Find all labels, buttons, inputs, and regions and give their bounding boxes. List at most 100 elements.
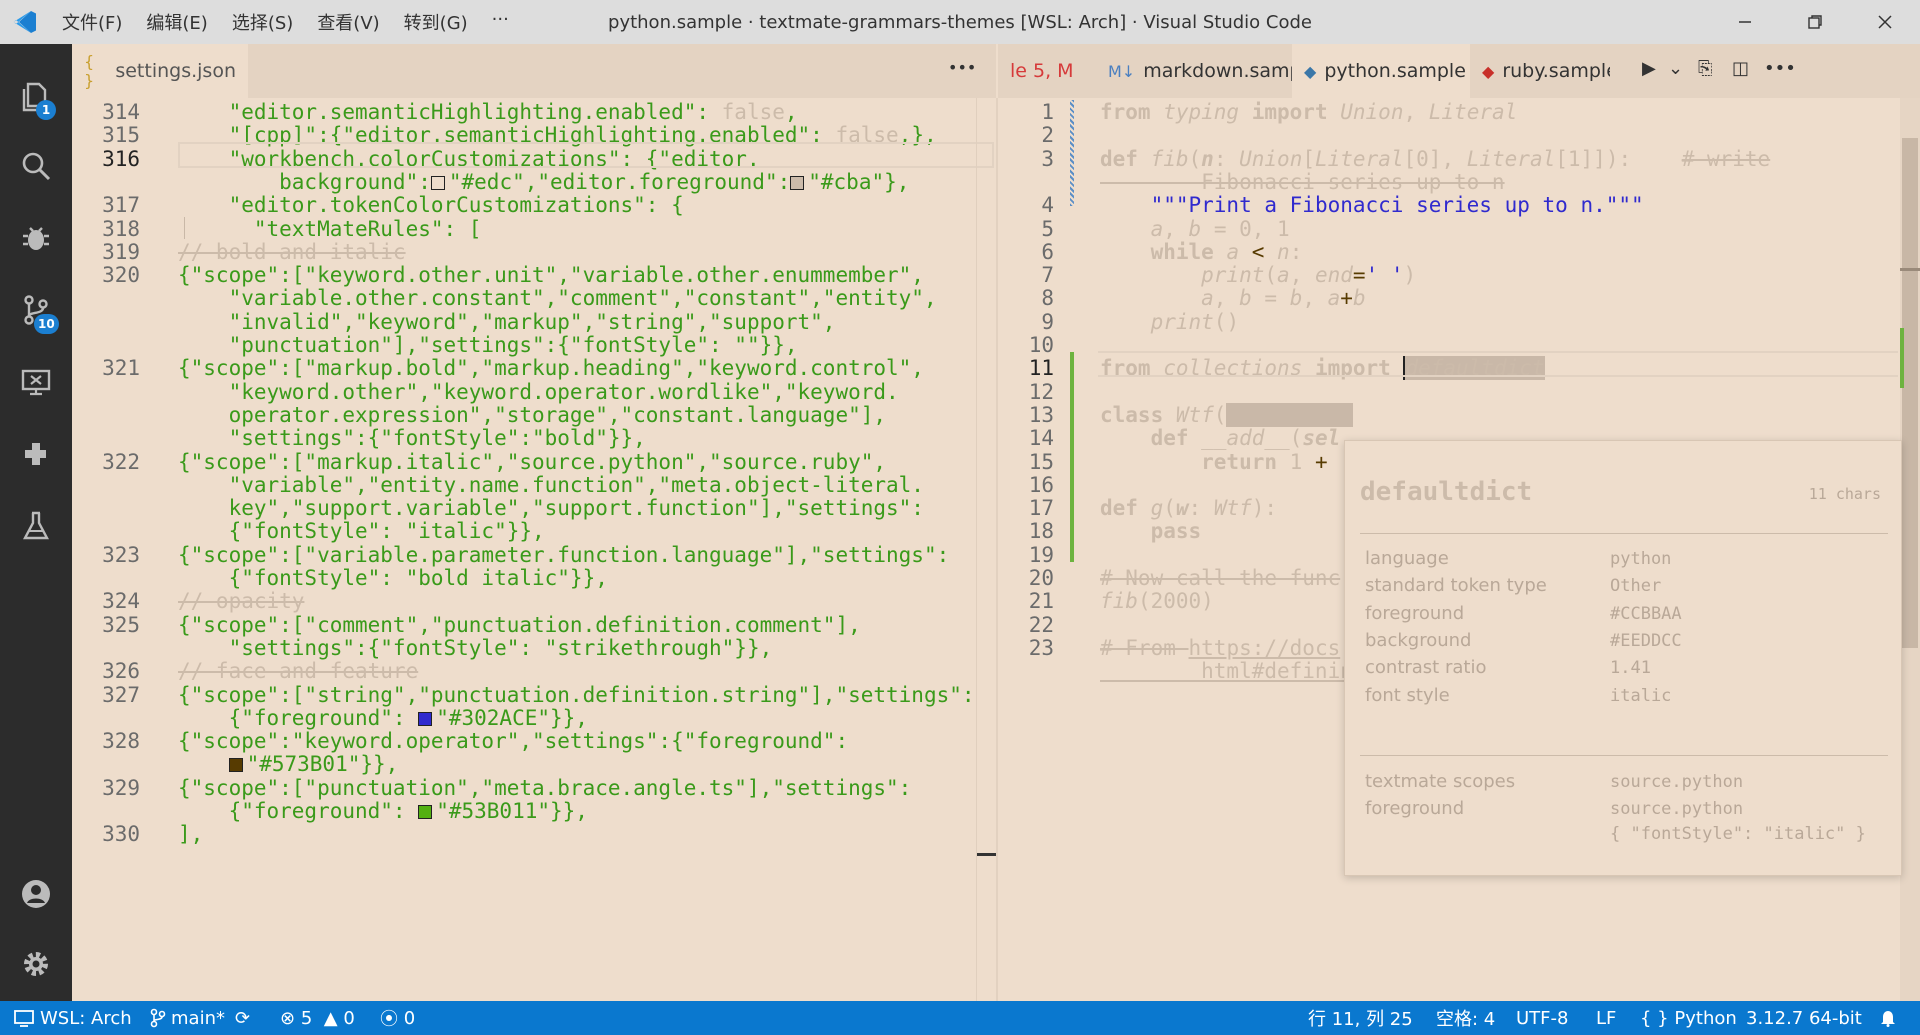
problems-indicator[interactable]: ⊗ 5 ▲ 0 (280, 1001, 355, 1035)
token: + (1340, 286, 1353, 311)
tab-label: ruby.sample (1502, 60, 1610, 82)
ports-indicator[interactable]: ⦿ 0 (380, 1001, 415, 1035)
source-control-icon[interactable]: 10 (0, 280, 72, 340)
line-number: 324 (102, 589, 140, 614)
hover-char-count: 11 chars (1808, 485, 1881, 503)
tab-ruby[interactable]: ◆ruby.sample M (1470, 44, 1610, 98)
minimize-icon[interactable] (1710, 0, 1780, 44)
scrollbar-thumb[interactable] (1902, 138, 1918, 648)
hover-row-label: language (1365, 548, 1449, 569)
line-ending[interactable]: LF (1596, 1001, 1616, 1035)
menu-item[interactable]: 文件(F) (50, 9, 134, 35)
menu-bar: 文件(F) 编辑(E) 选择(S) 查看(V) 转到(G) ··· (50, 9, 521, 35)
tab-leM[interactable]: le 5, M (998, 44, 1096, 98)
token: = (1251, 286, 1290, 311)
explorer-icon[interactable]: 1 (0, 66, 72, 126)
open-changes-icon[interactable]: ⎘ (1698, 58, 1712, 79)
color-swatch[interactable] (430, 175, 445, 190)
hover-row-value: python (1610, 549, 1672, 569)
color-swatch[interactable] (790, 175, 805, 190)
line-number: 9 (1041, 309, 1054, 334)
warning-icon: ▲ (323, 1007, 338, 1029)
testing-icon[interactable] (0, 496, 72, 556)
hover-row-label: foreground (1365, 602, 1465, 624)
branch-indicator[interactable]: main* ⟳ (150, 1001, 250, 1035)
token: (2000) (1137, 589, 1214, 614)
sync-icon[interactable]: ⟳ (235, 1008, 250, 1029)
token: "#53B011"}}, (436, 799, 588, 823)
line-number: 21 (1028, 589, 1054, 614)
overview-ruler-change (1900, 328, 1904, 388)
line-number: 317 (102, 193, 140, 218)
line-number: 327 (102, 682, 140, 707)
line-number: 322 (102, 449, 140, 474)
python-interpreter[interactable]: 3.12.7 64-bit (1746, 1001, 1862, 1035)
line-number: 328 (102, 729, 140, 754)
hover-divider (1360, 755, 1888, 756)
line-number: 318 (102, 216, 140, 241)
indent-guide (184, 216, 185, 239)
error-icon: ⊗ (280, 1007, 296, 1029)
restore-icon[interactable] (1780, 0, 1850, 44)
run-icon[interactable]: ▶ (1642, 58, 1656, 79)
search-icon[interactable] (0, 136, 72, 196)
split-editor-icon[interactable]: ◫ (1732, 58, 1749, 79)
hover-row-value: italic (1610, 685, 1672, 706)
remote-indicator[interactable]: WSL: Arch (0, 1001, 136, 1035)
tab-settings-json[interactable]: { } settings.json (72, 44, 248, 98)
remote-icon (14, 1010, 34, 1027)
tab-label: le 5, M (1010, 60, 1074, 82)
encoding[interactable]: UTF-8 (1516, 1001, 1568, 1035)
menu-item[interactable]: 查看(V) (305, 9, 391, 35)
menu-item[interactable]: 转到(G) (392, 9, 480, 35)
hover-row-value: #CCBBAA (1610, 603, 1682, 624)
line-number: 1 (1041, 100, 1054, 124)
chevron-down-icon[interactable]: ⌄ (1668, 58, 1683, 79)
language-mode[interactable]: { } Python (1640, 1001, 1737, 1035)
remote-explorer-icon[interactable] (0, 352, 72, 412)
hover-row-value: Other (1610, 576, 1662, 597)
color-swatch[interactable] (418, 805, 433, 819)
token: a (1327, 286, 1341, 311)
line-number: 16 (1028, 472, 1054, 497)
json-file-icon: { } (84, 52, 95, 90)
settings-gear-icon[interactable] (0, 934, 72, 994)
hover-divider (1360, 533, 1888, 534)
line-number: 319 (102, 239, 140, 264)
token: [1]]): (1555, 146, 1682, 171)
line-number: 8 (1041, 286, 1054, 311)
line-number: 326 (102, 659, 140, 684)
notifications-bell-icon[interactable] (1880, 1001, 1896, 1035)
token: () (1213, 309, 1240, 334)
close-icon[interactable] (1850, 0, 1920, 44)
tab-markdown[interactable]: M↓markdown.sample M (1096, 44, 1292, 98)
hover-row-value: { "fontStyle": "italic" } (1610, 824, 1866, 844)
menu-item[interactable]: ··· (480, 9, 521, 35)
color-swatch[interactable] (418, 711, 433, 726)
token: , (1302, 286, 1328, 311)
token: fib (1100, 589, 1138, 614)
overview-ruler-mark (976, 853, 996, 856)
hover-row-value: source.python (1610, 772, 1744, 792)
menu-item[interactable]: 编辑(E) (134, 9, 219, 35)
braces-icon: { } (1640, 1007, 1669, 1029)
line-number: 4 (1041, 193, 1054, 218)
token: , (1403, 100, 1429, 124)
accounts-icon[interactable] (0, 864, 72, 924)
run-debug-icon[interactable] (0, 208, 72, 268)
code-line: {"foreground": "#53B011"}}, (178, 797, 588, 825)
scrollbar-track-left[interactable] (976, 98, 977, 1001)
more-icon[interactable]: ••• (1764, 58, 1796, 79)
line-number: 314 (102, 100, 140, 124)
scrollbar-right[interactable] (1900, 98, 1920, 1001)
more-actions-icon[interactable]: ••• (948, 58, 976, 77)
line-number: 20 (1028, 566, 1054, 590)
color-swatch[interactable] (228, 758, 243, 773)
indentation[interactable]: 空格: 4 (1436, 1001, 1495, 1035)
vscode-logo-icon (0, 0, 50, 44)
menu-item[interactable]: 选择(S) (220, 9, 305, 35)
tab-python[interactable]: ◆python.sample M (1292, 44, 1470, 98)
line-number: 14 (1028, 426, 1054, 451)
cursor-position[interactable]: 行 11, 列 25 (1308, 1001, 1413, 1035)
extensions-icon[interactable] (0, 424, 72, 484)
